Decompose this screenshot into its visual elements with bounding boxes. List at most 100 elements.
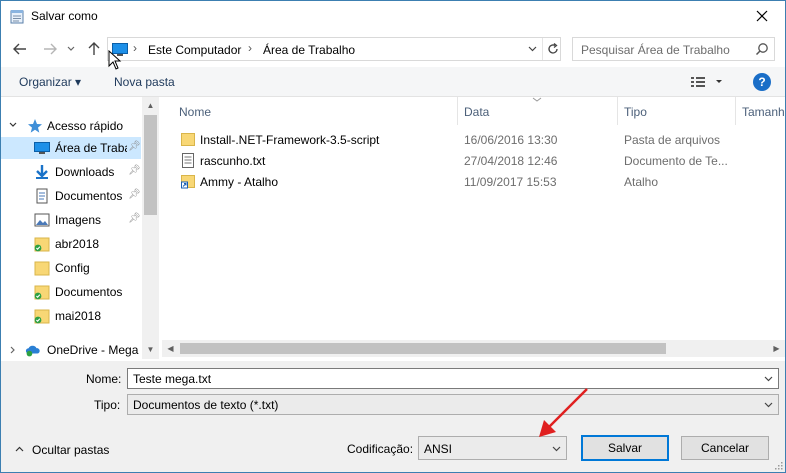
back-button[interactable] — [11, 39, 29, 59]
navigation-scrollbar[interactable]: ▲ ▼ — [142, 97, 159, 359]
column-name[interactable]: Nome — [179, 105, 211, 119]
nav-item-desktop[interactable]: Área de Trabalho 📌︎ — [1, 137, 141, 159]
column-size[interactable]: Tamanh — [742, 105, 785, 119]
file-date: 16/06/2016 13:30 — [464, 133, 558, 147]
nav-item-config[interactable]: Config — [1, 257, 141, 279]
chevron-down-icon — [552, 446, 560, 451]
nav-item-label: mai2018 — [55, 309, 102, 323]
pin-icon: 📌︎ — [128, 189, 141, 200]
file-type-value: Documentos de texto (*.txt) — [133, 398, 279, 412]
file-type: Pasta de arquivos — [624, 133, 721, 147]
nav-item-pictures[interactable]: Imagens 📌︎ — [1, 209, 141, 231]
notepad-icon — [10, 10, 24, 24]
up-arrow-icon — [88, 42, 100, 55]
back-arrow-icon — [13, 43, 26, 55]
nav-item-label: Documentos — [55, 189, 123, 203]
save-options-panel: Nome: Teste mega.txt Tipo: Documentos de… — [1, 361, 785, 472]
pin-icon: 📌︎ — [128, 165, 141, 176]
nav-item-abr2018[interactable]: abr2018 — [1, 233, 141, 255]
address-dropdown-button[interactable] — [522, 38, 542, 60]
nav-item-label: Downloads — [55, 165, 115, 179]
cancel-button[interactable]: Cancelar — [681, 436, 769, 460]
file-list-horizontal-scrollbar[interactable]: ◀ ▶ — [162, 340, 785, 357]
scroll-down-arrow-icon[interactable]: ▼ — [142, 341, 159, 357]
column-type[interactable]: Tipo — [624, 105, 647, 119]
file-date: 11/09/2017 15:53 — [464, 175, 557, 189]
pin-icon: 📌︎ — [128, 141, 141, 152]
file-row[interactable]: Ammy - Atalho 11/09/2017 15:53 Atalho — [162, 171, 785, 192]
folder-icon — [34, 261, 50, 276]
file-type-dropdown[interactable] — [761, 397, 775, 412]
file-name-value: Teste mega.txt — [133, 372, 212, 386]
scroll-right-arrow-icon[interactable]: ▶ — [768, 340, 785, 357]
nav-item-label: Config — [55, 261, 90, 275]
organize-menu[interactable]: Organizar ▾ — [19, 75, 81, 89]
file-name: Install-.NET-Framework-3.5-script — [200, 133, 380, 147]
file-row[interactable]: Install-.NET-Framework-3.5-script 16/06/… — [162, 129, 785, 150]
scroll-left-arrow-icon[interactable]: ◀ — [162, 340, 179, 357]
breadcrumb-separator: › — [133, 41, 137, 55]
new-folder-button[interactable]: Nova pasta — [114, 75, 175, 89]
text-file-icon — [182, 153, 194, 168]
synced-folder-icon — [34, 285, 50, 300]
chevron-up-icon — [15, 446, 24, 452]
file-type: Documento de Te... — [624, 154, 728, 168]
refresh-button[interactable] — [542, 38, 562, 60]
breadcrumb-desktop[interactable]: Área de Trabalho — [263, 43, 355, 57]
nav-item-label: OneDrive - Mega — [47, 343, 139, 357]
recent-locations-button[interactable] — [65, 39, 77, 59]
file-name-input[interactable]: Teste mega.txt — [127, 368, 779, 389]
file-type-label: Tipo: — [94, 398, 121, 412]
nav-quick-access[interactable]: Acesso rápido — [1, 115, 141, 137]
annotation-arrow-icon — [539, 388, 588, 437]
chevron-down-icon — [528, 46, 536, 52]
search-box[interactable]: Pesquisar Área de Trabalho — [572, 37, 775, 61]
scrollbar-thumb[interactable] — [180, 343, 666, 354]
star-icon — [28, 119, 42, 133]
close-button[interactable] — [739, 1, 785, 31]
nav-item-label: Área de Trabalho — [55, 141, 127, 155]
chevron-down-icon — [9, 122, 17, 127]
breadcrumb-this-pc[interactable]: Este Computador — [148, 43, 241, 57]
search-placeholder: Pesquisar Área de Trabalho — [581, 43, 730, 57]
nav-item-downloads[interactable]: Downloads 📌︎ — [1, 161, 141, 183]
help-button[interactable]: ? — [753, 73, 771, 91]
scroll-up-arrow-icon[interactable]: ▲ — [142, 97, 159, 113]
up-button[interactable] — [85, 39, 103, 59]
nav-item-mai2018[interactable]: mai2018 — [1, 305, 141, 327]
forward-button[interactable] — [41, 39, 59, 59]
shortcut-icon — [181, 175, 195, 189]
file-name-label: Nome: — [86, 372, 122, 386]
address-box[interactable]: › Este Computador › Área de Trabalho — [107, 37, 561, 61]
nav-item-label: abr2018 — [55, 237, 100, 251]
nav-item-documents[interactable]: Documentos 📌︎ — [1, 185, 141, 207]
command-bar: Organizar ▾ Nova pasta ? — [1, 67, 785, 97]
file-date: 27/04/2018 12:46 — [464, 154, 558, 168]
synced-folder-icon — [34, 237, 50, 252]
nav-item-label: Documentos — [55, 285, 123, 299]
encoding-value: ANSI — [424, 442, 453, 456]
file-row[interactable]: rascunho.txt 27/04/2018 12:46 Documento … — [162, 150, 785, 171]
column-divider — [457, 97, 458, 125]
chevron-down-icon — [764, 376, 772, 381]
file-name-dropdown[interactable] — [761, 371, 775, 386]
onedrive-cloud-icon — [25, 345, 40, 357]
sort-chevron-icon — [532, 97, 542, 102]
download-icon — [36, 165, 48, 179]
details-view-icon — [691, 77, 722, 87]
chevron-down-icon — [67, 46, 75, 51]
resize-grip-icon[interactable] — [773, 460, 783, 470]
close-icon — [756, 10, 768, 22]
nav-item-onedrive[interactable]: OneDrive - Mega — [1, 339, 141, 361]
file-name: Ammy - Atalho — [200, 175, 279, 189]
file-type: Atalho — [624, 175, 659, 189]
scrollbar-thumb[interactable] — [144, 115, 157, 215]
column-date[interactable]: Data — [464, 105, 489, 119]
title-bar: Salvar como — [1, 1, 785, 31]
search-icon — [755, 43, 768, 56]
forward-arrow-icon — [44, 43, 57, 55]
nav-quick-access-label: Acesso rápido — [47, 119, 124, 133]
file-type-select[interactable]: Documentos de texto (*.txt) — [127, 394, 779, 415]
nav-item-documentos-synced[interactable]: Documentos — [1, 281, 141, 303]
view-options-button[interactable] — [689, 73, 729, 91]
